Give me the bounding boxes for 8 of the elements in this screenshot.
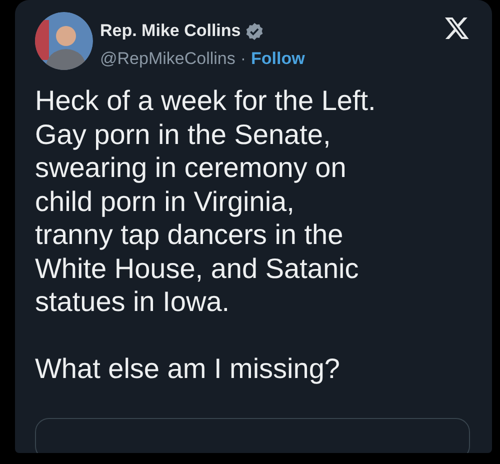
avatar[interactable] bbox=[35, 12, 93, 70]
author-handle: @RepMikeCollins bbox=[100, 49, 236, 68]
author-name[interactable]: Rep. Mike Collins bbox=[100, 21, 241, 41]
x-logo-icon[interactable] bbox=[444, 15, 470, 41]
post-text: What else am I missing? bbox=[35, 352, 341, 385]
post-text: Heck of a week for the Left. Gay porn in the Senate, swearing in ceremony on child porn in Virginia, tranny tap dancers in the White House, and Satanic statues in Iowa. bbox=[35, 84, 377, 318]
separator: · bbox=[240, 49, 246, 68]
follow-link[interactable]: Follow bbox=[251, 49, 305, 68]
